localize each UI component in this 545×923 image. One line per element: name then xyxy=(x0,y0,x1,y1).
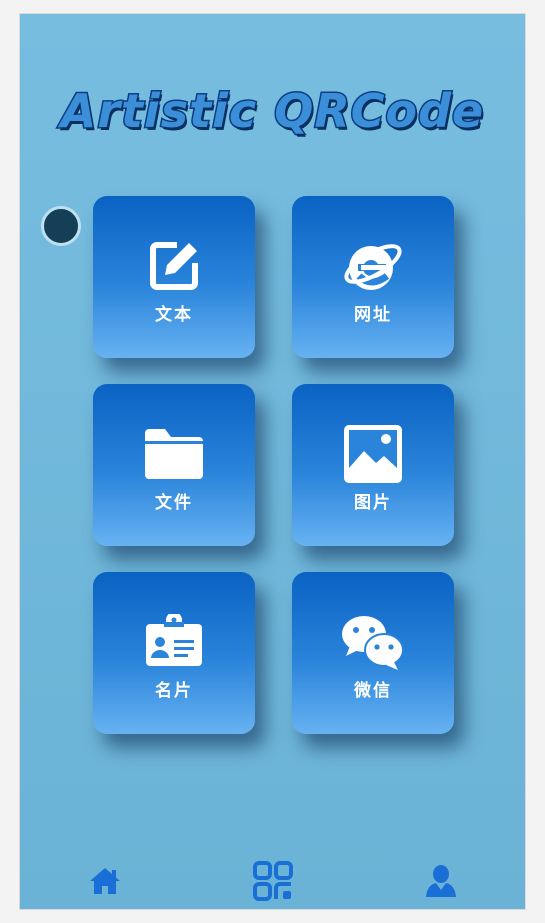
bottom-nav xyxy=(20,849,525,909)
app-title: Artistic QRCode xyxy=(59,83,485,140)
home-icon xyxy=(88,866,122,900)
qrcode-icon xyxy=(253,861,293,905)
nav-profile-button[interactable] xyxy=(421,863,461,903)
tile-file[interactable]: 文件 xyxy=(93,384,255,546)
edit-icon xyxy=(93,236,255,296)
folder-icon xyxy=(93,424,255,484)
image-icon xyxy=(292,424,454,484)
tile-image-label: 图片 xyxy=(354,493,392,513)
tile-text-label: 文本 xyxy=(155,305,193,325)
wechat-icon xyxy=(292,612,454,672)
tile-wechat[interactable]: 微信 xyxy=(292,572,454,734)
tile-url[interactable]: 网址 xyxy=(292,196,454,358)
tile-business-card-label: 名片 xyxy=(155,681,193,701)
tile-url-label: 网址 xyxy=(354,305,392,325)
tile-text[interactable]: 文本 xyxy=(93,196,255,358)
ie-browser-icon xyxy=(292,236,454,296)
nav-qrcode-button[interactable] xyxy=(253,861,293,905)
app-screen: Artistic QRCode 文本 网址 文件 图片 名片 微信 xyxy=(20,14,525,909)
tile-wechat-label: 微信 xyxy=(354,681,392,701)
tile-business-card[interactable]: 名片 xyxy=(93,572,255,734)
nav-home-button[interactable] xyxy=(85,863,125,903)
id-card-icon xyxy=(93,612,255,672)
tile-image[interactable]: 图片 xyxy=(292,384,454,546)
tile-file-label: 文件 xyxy=(155,493,193,513)
floating-assistive-button[interactable] xyxy=(41,206,81,246)
user-icon xyxy=(424,863,458,903)
